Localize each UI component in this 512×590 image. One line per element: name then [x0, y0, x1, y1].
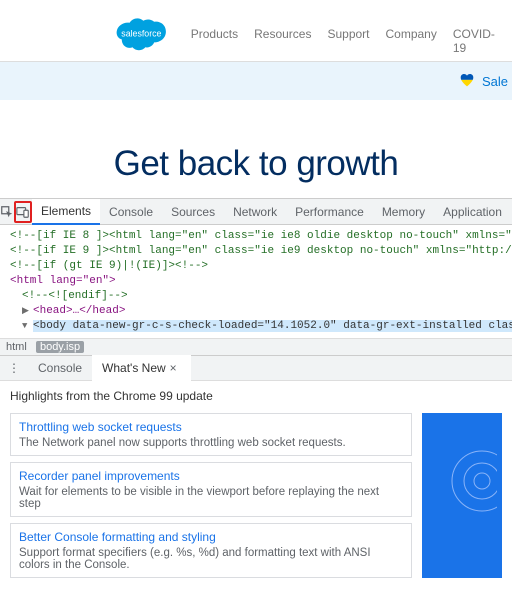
drawer-tabbar: ⋮ Console What's New × — [0, 355, 512, 381]
whats-new-panel: Highlights from the Chrome 99 update Thr… — [0, 381, 512, 586]
highlight-card[interactable]: Better Console formatting and styling Su… — [10, 523, 412, 578]
breadcrumb: html body.isp — [0, 338, 512, 355]
selected-node[interactable]: <body data-new-gr-c-s-check-loaded="14.1… — [33, 320, 512, 332]
promo-graphic — [422, 413, 502, 578]
tab-performance[interactable]: Performance — [286, 199, 373, 225]
code-line[interactable]: <!--[if IE 9 ]><html lang="en" class="ie… — [10, 245, 512, 257]
code-line[interactable]: <!--<![endif]--> — [22, 290, 128, 302]
nav-company[interactable]: Company — [386, 27, 437, 55]
drawer-tab-console[interactable]: Console — [28, 355, 92, 381]
card-title: Recorder panel improvements — [19, 469, 403, 483]
code-line[interactable]: <!--[if (gt IE 9)|!(IE)]><!--> — [10, 260, 208, 272]
card-title: Throttling web socket requests — [19, 420, 403, 434]
drawer-menu-icon[interactable]: ⋮ — [0, 361, 28, 375]
card-desc: Support format specifiers (e.g. %s, %d) … — [19, 547, 403, 571]
drawer-tab-label: What's New — [102, 361, 166, 375]
devtools-tabbar: Elements Console Sources Network Perform… — [0, 199, 512, 225]
tab-sources[interactable]: Sources — [162, 199, 224, 225]
crumb-html[interactable]: html — [6, 341, 27, 353]
card-desc: The Network panel now supports throttlin… — [19, 437, 403, 449]
hero-headline: Get back to growth — [0, 144, 512, 184]
expand-icon[interactable]: ▶ — [22, 304, 30, 319]
drawer-tab-whatsnew[interactable]: What's New × — [92, 355, 191, 381]
code-line[interactable]: <html lang="en"> — [10, 275, 116, 287]
tab-application[interactable]: Application — [434, 199, 511, 225]
main-nav: Products Resources Support Company COVID… — [191, 27, 502, 61]
devtools-panel: Elements Console Sources Network Perform… — [0, 198, 512, 586]
whats-new-headline: Highlights from the Chrome 99 update — [10, 389, 502, 403]
nav-support[interactable]: Support — [327, 27, 369, 55]
ukraine-heart-icon — [458, 72, 476, 90]
nav-covid19[interactable]: COVID-19 — [453, 27, 502, 55]
code-line[interactable]: <!--[if IE 8 ]><html lang="en" class="ie… — [10, 230, 512, 242]
toggle-device-toolbar-icon[interactable] — [14, 201, 32, 223]
inspect-element-icon[interactable] — [0, 201, 14, 223]
salesforce-logo[interactable]: salesforce — [110, 11, 173, 55]
tab-network[interactable]: Network — [224, 199, 286, 225]
banner-text: Sale — [482, 74, 508, 89]
tab-console[interactable]: Console — [100, 199, 162, 225]
svg-text:salesforce: salesforce — [121, 28, 161, 38]
dom-tree[interactable]: <!--[if IE 8 ]><html lang="en" class="ie… — [0, 225, 512, 338]
close-icon[interactable]: × — [166, 361, 181, 375]
nav-products[interactable]: Products — [191, 27, 238, 55]
tab-memory[interactable]: Memory — [373, 199, 434, 225]
hero-section: Get back to growth — [0, 100, 512, 198]
highlights-list: Throttling web socket requests The Netwo… — [10, 413, 412, 578]
announcement-banner[interactable]: Sale — [0, 62, 512, 100]
card-title: Better Console formatting and styling — [19, 530, 403, 544]
site-header: salesforce Products Resources Support Co… — [0, 0, 512, 62]
code-line[interactable]: <head>…</head> — [33, 305, 125, 317]
card-desc: Wait for elements to be visible in the v… — [19, 486, 403, 510]
highlight-card[interactable]: Throttling web socket requests The Netwo… — [10, 413, 412, 456]
crumb-body[interactable]: body.isp — [36, 341, 84, 353]
tab-elements[interactable]: Elements — [32, 199, 100, 225]
highlight-card[interactable]: Recorder panel improvements Wait for ele… — [10, 462, 412, 517]
nav-resources[interactable]: Resources — [254, 27, 311, 55]
expand-icon[interactable]: ▼ — [22, 319, 30, 334]
